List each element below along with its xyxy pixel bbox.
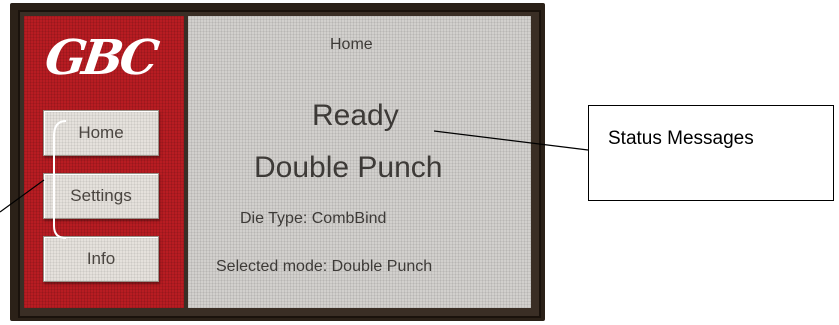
status-callout-box	[588, 105, 834, 201]
screenshot-stage: GBC Home Settings Info Home Ready Double…	[0, 0, 839, 325]
info-button[interactable]: Info	[43, 236, 159, 282]
settings-button[interactable]: Settings	[43, 173, 159, 219]
page-title: Home	[330, 36, 373, 53]
status-message: Ready	[312, 99, 399, 132]
mode-message: Double Punch	[254, 151, 443, 184]
status-callout-label: Status Messages	[608, 128, 754, 149]
die-type-text: Die Type: CombBind	[240, 210, 387, 227]
selected-mode-text: Selected mode: Double Punch	[216, 258, 433, 275]
home-button[interactable]: Home	[43, 110, 159, 156]
gbc-logo: GBC	[41, 30, 159, 86]
